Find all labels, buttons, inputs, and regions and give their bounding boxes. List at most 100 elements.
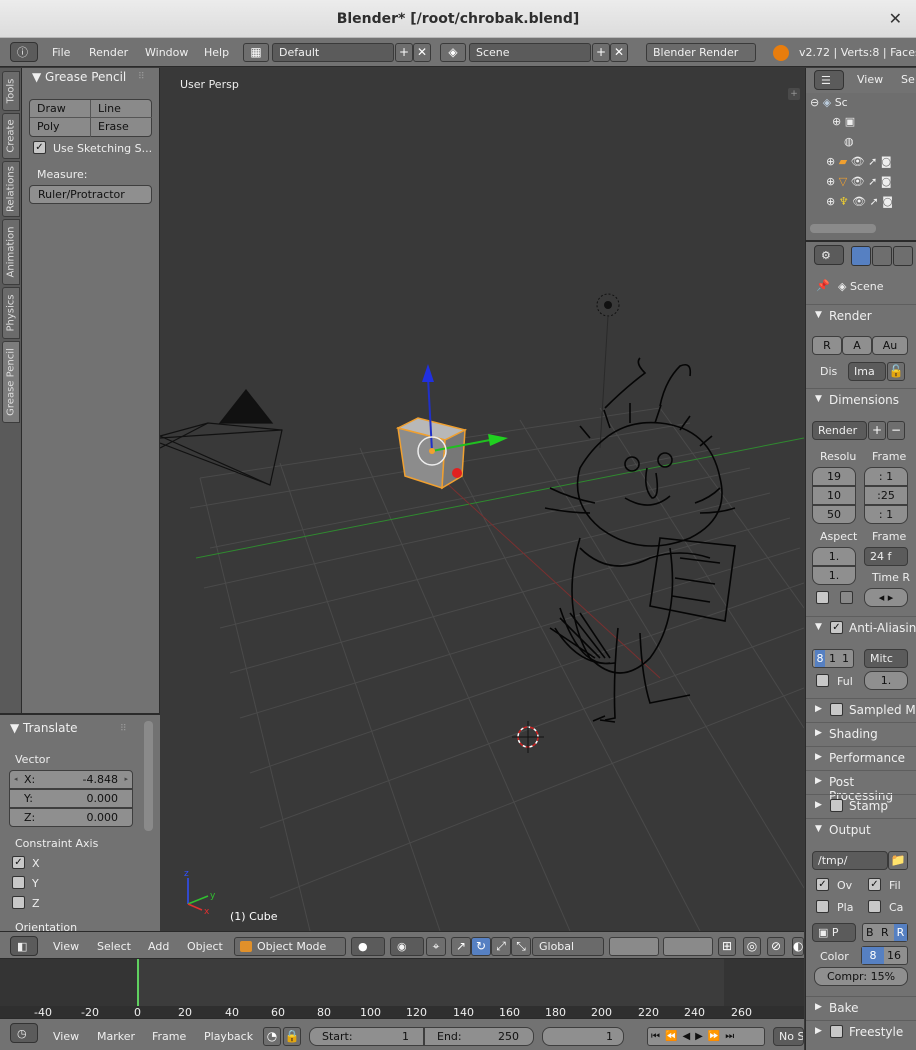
aa-samples-8[interactable]: 8 (815, 650, 825, 667)
current-frame-field[interactable]: 1 (542, 1027, 624, 1046)
menu-render[interactable]: Render (89, 46, 128, 59)
manipulator-extra-icon[interactable]: ⤡ (511, 937, 531, 956)
editor-type-info-icon[interactable]: ⓘ (10, 42, 38, 62)
menu-timeline-view[interactable]: View (53, 1030, 79, 1043)
3d-viewport[interactable]: z y x User Persp (1) Cube + (160, 68, 804, 931)
current-frame-line[interactable] (137, 959, 139, 1007)
border-checkbox[interactable] (816, 591, 829, 604)
line-button[interactable]: Line (91, 100, 152, 118)
menu-frame[interactable]: Frame (152, 1030, 186, 1043)
filter-size-field[interactable]: 1. (864, 671, 908, 690)
cube-row[interactable]: ⊕ ▽ 👁 ➚ ◙ (826, 175, 892, 188)
grease-pencil-drawing[interactable] (544, 357, 736, 723)
camera-row[interactable]: ⊕ ▰ 👁 ➚ ◙ (826, 155, 892, 168)
menu-outliner-search[interactable]: Se (901, 73, 915, 86)
screen-layout-icon[interactable]: ▦ (243, 43, 269, 62)
tab-physics[interactable]: Physics (2, 287, 20, 339)
vector-y-field[interactable]: Y: 0.000 (9, 789, 133, 808)
pivot-select[interactable]: ◉ (390, 937, 424, 956)
scale-manipulator-icon[interactable]: ⤢ (491, 937, 511, 956)
anti-aliasing-panel-header[interactable]: ▼ ✓ Anti-Aliasin (806, 616, 916, 640)
outliner-root-row[interactable]: ⊖ ◈ Sc (810, 96, 848, 109)
bake-panel-header[interactable]: ▶ Bake (806, 996, 916, 1020)
menu-marker[interactable]: Marker (97, 1030, 135, 1043)
gizmo-y-arrow[interactable] (488, 434, 508, 446)
outliner[interactable]: ⊖ ◈ Sc ⊕ ▣ ◍ ⊕ ▰ 👁 ➚ ◙ ⊕ ▽ 👁 ➚ ◙ ⊕ ♆ 👁 ➚… (805, 93, 916, 240)
add-preset-icon[interactable]: + (868, 421, 886, 440)
frame-start-field[interactable]: : 1 (864, 467, 908, 486)
lock-interface-icon[interactable]: 🔓 (887, 362, 905, 381)
menu-select[interactable]: Select (97, 940, 131, 953)
frame-step-field[interactable]: : 1 (864, 505, 908, 524)
fps-select[interactable]: 24 f (864, 547, 908, 566)
manipulator-toggle-icon[interactable]: ⌖ (426, 937, 446, 956)
anti-aliasing-checkbox[interactable]: ✓ (830, 621, 843, 634)
expand-region-icon[interactable]: + (788, 88, 800, 100)
drag-handle-icon[interactable]: ⠿ (120, 724, 127, 734)
color-depth-16[interactable]: 16 (887, 947, 901, 964)
editor-type-properties-icon[interactable]: ⚙ (814, 245, 844, 265)
sync-mode-select[interactable]: No S (773, 1027, 804, 1046)
translate-panel-header[interactable]: ▼ Translate (10, 721, 78, 735)
layer-buttons-b[interactable] (663, 937, 713, 956)
viewport-scene[interactable]: z y x (160, 68, 804, 931)
scene-icon[interactable]: ◈ (440, 43, 466, 62)
file-browser-icon[interactable]: 📁 (888, 851, 908, 870)
resolution-y-field[interactable]: 10 (812, 486, 856, 505)
gizmo-x-handle[interactable] (452, 468, 462, 478)
render-layers-context-icon[interactable] (872, 246, 892, 266)
auto-keying-icon[interactable]: ◔ (263, 1027, 281, 1046)
freestyle-checkbox[interactable] (830, 1025, 843, 1038)
playback-controls[interactable]: ⏮⏪◀▶⏩⏭ (647, 1027, 765, 1046)
layout-field[interactable]: Default (272, 43, 394, 62)
render-animation-button[interactable]: A (842, 336, 872, 355)
file-format-select[interactable]: ▣ P (812, 923, 856, 942)
constraint-y-checkbox[interactable] (12, 876, 25, 889)
scene-field[interactable]: Scene (469, 43, 591, 62)
camera-object[interactable] (160, 389, 283, 486)
tab-relations[interactable]: Relations (2, 161, 20, 217)
tab-create[interactable]: Create (2, 113, 20, 159)
panel-scrollbar[interactable] (144, 721, 153, 831)
aa-samples-11[interactable]: 1 (829, 650, 836, 667)
erase-button[interactable]: Erase (91, 118, 152, 137)
end-frame-field[interactable]: End: 250 (424, 1027, 534, 1046)
menu-object[interactable]: Object (187, 940, 223, 953)
output-panel-header[interactable]: ▼ Output (806, 818, 916, 842)
rotate-manipulator-icon[interactable]: ↻ (471, 937, 491, 956)
render-panel-header[interactable]: ▼ Render (806, 304, 916, 328)
outliner-scrollbar[interactable] (810, 224, 876, 233)
render-layers-row[interactable]: ⊕ ▣ (832, 115, 855, 128)
grease-pencil-panel-header[interactable]: ▼ Grease Pencil (32, 70, 126, 84)
remove-layout-icon[interactable]: ✕ (413, 43, 431, 62)
compression-slider[interactable]: Compr: 15% (814, 967, 908, 986)
color-depth-group[interactable]: 8 16 (861, 946, 908, 965)
timeline-editor[interactable]: -40 -20 0 20 40 60 80 100 120 140 160 18… (0, 958, 804, 1019)
transform-orientation-select[interactable]: Global (532, 937, 604, 956)
gizmo-z-arrow[interactable] (422, 364, 434, 382)
editor-type-outliner-icon[interactable]: ☰ (814, 70, 844, 90)
editor-type-timeline-icon[interactable]: ◷ (10, 1023, 38, 1043)
render-context-icon[interactable] (851, 246, 871, 266)
snap-icon[interactable]: ⊘ (767, 937, 785, 956)
vector-x-field[interactable]: ◂ X: -4.848 ▸ (9, 770, 133, 789)
sampled-motion-blur-panel-header[interactable]: ▶ Sampled M (806, 698, 916, 722)
tab-grease-pencil[interactable]: Grease Pencil (2, 341, 20, 423)
dimensions-panel-header[interactable]: ▼ Dimensions (806, 388, 916, 412)
remove-preset-icon[interactable]: − (887, 421, 905, 440)
menu-file[interactable]: File (52, 46, 70, 59)
time-remap-field[interactable]: ◂ ▸ (864, 588, 908, 607)
tab-tools[interactable]: Tools (2, 71, 20, 111)
menu-help[interactable]: Help (204, 46, 229, 59)
shading-select[interactable]: ● (351, 937, 385, 956)
file-extensions-checkbox[interactable]: ✓ (868, 878, 881, 891)
layer-buttons-a[interactable] (609, 937, 659, 956)
use-sketching-checkbox[interactable]: ✓ (33, 141, 46, 154)
aa-filter-select[interactable]: Mitc (864, 649, 908, 668)
color-mode-group[interactable]: B R R (862, 923, 908, 942)
shading-panel-header[interactable]: ▶ Shading (806, 722, 916, 746)
color-mode-rgb[interactable]: R (881, 924, 889, 941)
sampled-motion-blur-checkbox[interactable] (830, 703, 843, 716)
color-depth-8[interactable]: 8 (862, 947, 884, 964)
menu-add[interactable]: Add (148, 940, 169, 953)
